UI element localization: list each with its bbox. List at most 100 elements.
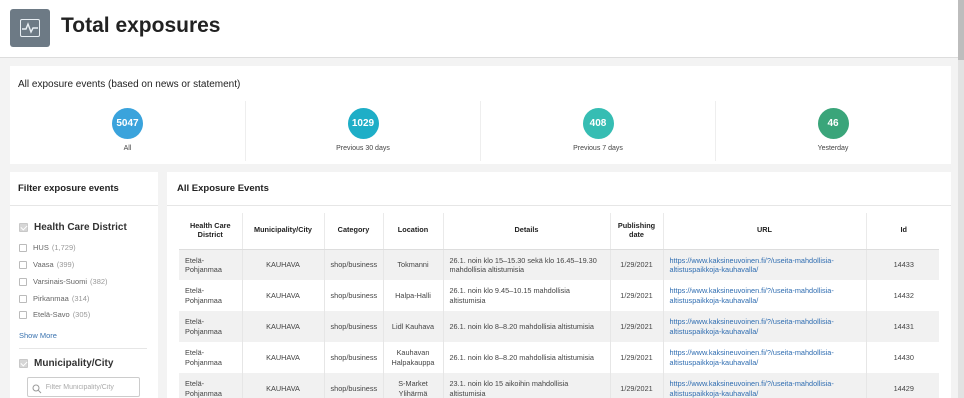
stat-previous-7-days: 408 Previous 7 days: [480, 101, 715, 161]
option-checkbox[interactable]: [19, 294, 27, 303]
cell-category: shop/business: [324, 342, 384, 373]
option-count: (399): [56, 260, 75, 269]
cell-url-link[interactable]: https://www.kaksineuvoinen.fi/?/useita-m…: [663, 249, 867, 280]
cell-id: 14430: [866, 342, 939, 373]
cell-category: shop/business: [324, 373, 384, 398]
stat-label: All: [123, 145, 132, 152]
option-name: HUS: [33, 243, 49, 252]
column-header-health-care-district[interactable]: Health Care District: [179, 213, 243, 250]
cell-date: 1/29/2021: [610, 311, 664, 342]
option-name: Vaasa: [33, 260, 54, 269]
activity-chart-icon: [10, 9, 50, 47]
column-header-url[interactable]: URL: [663, 213, 867, 250]
option-count: (382): [90, 277, 108, 286]
option-name: Varsinais-Suomi: [33, 277, 88, 286]
cell-date: 1/29/2021: [610, 373, 664, 398]
filter-option[interactable]: Etelä-Savo (305): [19, 310, 90, 319]
cell-location: Lidl Kauhava: [383, 311, 444, 342]
stat-label: Previous 7 days: [573, 145, 623, 152]
events-panel: All Exposure Events Health Care District…: [167, 172, 951, 398]
page-title: Total exposures: [61, 14, 221, 37]
page-header: Total exposures: [0, 0, 958, 58]
stat-label: Yesterday: [817, 145, 849, 152]
option-checkbox[interactable]: [19, 260, 27, 269]
column-header-category[interactable]: Category: [324, 213, 384, 250]
show-more-link[interactable]: Show More: [19, 331, 57, 340]
column-header-details[interactable]: Details: [443, 213, 611, 250]
option-name: Etelä-Savo: [33, 310, 70, 319]
option-checkbox[interactable]: [19, 310, 27, 319]
cell-district: Etelä-Pohjanmaa: [179, 280, 243, 311]
cell-url-link[interactable]: https://www.kaksineuvoinen.fi/?/useita-m…: [663, 373, 867, 398]
search-icon: [32, 381, 44, 394]
cell-city: KAUHAVA: [242, 311, 325, 342]
cell-url-link[interactable]: https://www.kaksineuvoinen.fi/?/useita-m…: [663, 311, 867, 342]
cell-location: Halpa-Halli: [383, 280, 444, 311]
filter-option[interactable]: Pirkanmaa (314): [19, 294, 89, 303]
cell-district: Etelä-Pohjanmaa: [179, 373, 243, 398]
scrollbar-thumb[interactable]: [958, 0, 964, 60]
events-table: Health Care District Municipality/City C…: [179, 213, 939, 398]
cell-category: shop/business: [324, 280, 384, 311]
filter-option[interactable]: Vaasa (399): [19, 260, 74, 269]
table-row[interactable]: Etelä-Pohjanmaa KAUHAVA shop/business To…: [179, 249, 939, 280]
cell-details: 26.1. noin klo 9.45–10.15 mahdollisia al…: [443, 280, 611, 311]
events-table-container[interactable]: Health Care District Municipality/City C…: [179, 213, 939, 398]
filter-option[interactable]: Varsinais-Suomi (382): [19, 277, 108, 286]
stat-previous-30-days: 1029 Previous 30 days: [245, 101, 480, 161]
cell-url-link[interactable]: https://www.kaksineuvoinen.fi/?/useita-m…: [663, 342, 867, 373]
cell-district: Etelä-Pohjanmaa: [179, 311, 243, 342]
cell-category: shop/business: [324, 249, 384, 280]
option-checkbox[interactable]: [19, 243, 27, 252]
filter-group-municipality[interactable]: Municipality/City: [19, 358, 113, 369]
cell-id: 14432: [866, 280, 939, 311]
cell-date: 1/29/2021: [610, 342, 664, 373]
column-header-id[interactable]: Id: [866, 213, 939, 250]
cell-city: KAUHAVA: [242, 280, 325, 311]
filter-group-health-care-district[interactable]: Health Care District: [19, 222, 127, 233]
cell-location: Kauhavan Halpakauppa: [383, 342, 444, 373]
page-scrollbar[interactable]: [958, 0, 964, 398]
filter-title: Filter exposure events: [18, 183, 119, 194]
cell-id: 14431: [866, 311, 939, 342]
table-row[interactable]: Etelä-Pohjanmaa KAUHAVA shop/business Li…: [179, 311, 939, 342]
group-label: Health Care District: [34, 222, 127, 233]
stat-all: 5047 All: [10, 101, 245, 161]
option-count: (1,729): [51, 243, 76, 252]
summary-title: All exposure events (based on news or st…: [18, 79, 241, 90]
option-name: Pirkanmaa: [33, 294, 69, 303]
stat-value: 1029: [347, 108, 379, 139]
municipality-search[interactable]: [27, 377, 140, 397]
cell-id: 14429: [866, 373, 939, 398]
table-row[interactable]: Etelä-Pohjanmaa KAUHAVA shop/business Ka…: [179, 342, 939, 373]
stat-value: 408: [582, 108, 614, 139]
column-header-location[interactable]: Location: [383, 213, 444, 250]
group-checkbox[interactable]: [19, 223, 28, 232]
cell-city: KAUHAVA: [242, 249, 325, 280]
filter-option[interactable]: HUS (1,729): [19, 243, 76, 252]
divider: [167, 205, 951, 206]
cell-location: Tokmanni: [383, 249, 444, 280]
cell-details: 23.1. noin klo 15 aikoihin mahdollisia a…: [443, 373, 611, 398]
municipality-search-input[interactable]: [45, 383, 139, 391]
cell-date: 1/29/2021: [610, 249, 664, 280]
table-header-row: Health Care District Municipality/City C…: [179, 213, 939, 250]
cell-district: Etelä-Pohjanmaa: [179, 249, 243, 280]
stat-yesterday: 46 Yesterday: [715, 101, 950, 161]
column-header-municipality[interactable]: Municipality/City: [242, 213, 325, 250]
cell-details: 26.1. noin klo 15–15.30 sekä klo 16.45–1…: [443, 249, 611, 280]
divider: [19, 348, 147, 349]
group-checkbox[interactable]: [19, 359, 28, 368]
column-header-publishing-date[interactable]: Publishing date: [610, 213, 664, 250]
cell-url-link[interactable]: https://www.kaksineuvoinen.fi/?/useita-m…: [663, 280, 867, 311]
table-row[interactable]: Etelä-Pohjanmaa KAUHAVA shop/business Ha…: [179, 280, 939, 311]
events-title: All Exposure Events: [177, 183, 269, 194]
cell-details: 26.1. noin klo 8–8.20 mahdollisia altist…: [443, 311, 611, 342]
cell-city: KAUHAVA: [242, 342, 325, 373]
cell-id: 14433: [866, 249, 939, 280]
option-count: (305): [72, 310, 91, 319]
table-row[interactable]: Etelä-Pohjanmaa KAUHAVA shop/business S-…: [179, 373, 939, 398]
option-checkbox[interactable]: [19, 277, 27, 286]
stat-label: Previous 30 days: [336, 145, 390, 152]
stat-value: 5047: [112, 108, 143, 139]
